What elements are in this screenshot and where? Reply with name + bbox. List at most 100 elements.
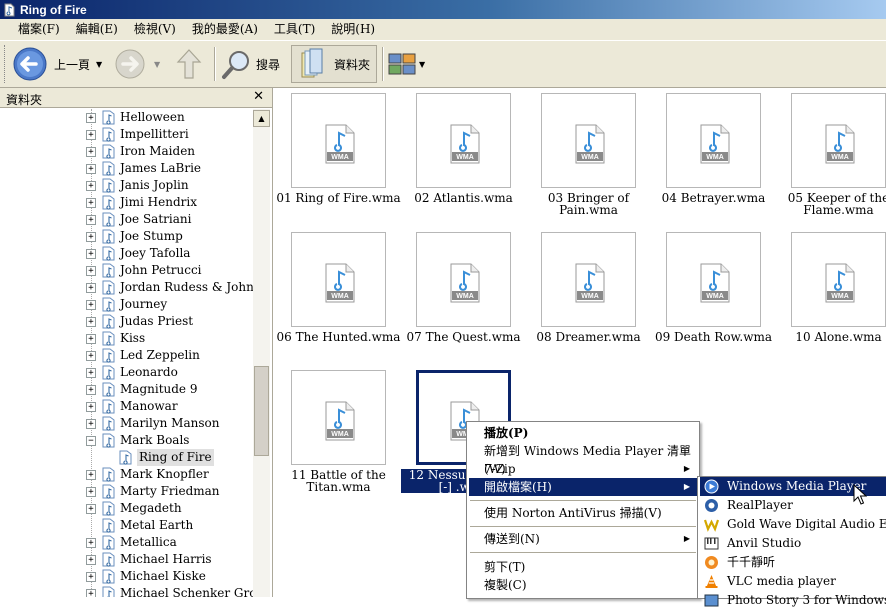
expand-icon[interactable]: + (86, 147, 96, 157)
expand-icon[interactable]: + (86, 113, 96, 123)
tree-item[interactable]: + Michael Harris (0, 551, 253, 568)
menu-tools[interactable]: 工具(T) (266, 19, 323, 40)
file-item[interactable]: WMA 02 Atlantis.wma (401, 88, 521, 223)
expand-icon[interactable]: + (86, 572, 96, 582)
back-button[interactable]: 上一頁 ▼ (12, 45, 108, 83)
file-thumbnail[interactable]: WMA (291, 93, 386, 188)
file-item[interactable]: WMA 04 Betrayer.wma (651, 88, 771, 223)
views-button[interactable]: ▼ (388, 45, 432, 83)
file-item[interactable]: WMA 09 Death Row.wma (651, 227, 772, 362)
tree-item[interactable]: + Michael Kiske (0, 568, 253, 585)
forward-dropdown-icon[interactable]: ▼ (154, 60, 160, 69)
tree-item[interactable]: + Janis Joplin (0, 177, 253, 194)
expand-icon[interactable]: + (86, 283, 96, 293)
tree-item[interactable]: + Marilyn Manson (0, 415, 253, 432)
expand-icon[interactable]: + (86, 419, 96, 429)
expand-icon[interactable]: + (86, 334, 96, 344)
tree-item[interactable]: + Joey Tafolla (0, 245, 253, 262)
ctx-cut[interactable]: 剪下(T) (469, 558, 697, 576)
expand-icon[interactable]: + (86, 385, 96, 395)
file-thumbnail[interactable]: WMA (541, 93, 636, 188)
file-item[interactable]: WMA 07 The Quest.wma (401, 227, 521, 362)
toolbar-grip[interactable] (4, 45, 8, 83)
views-dropdown-icon[interactable]: ▼ (419, 60, 425, 69)
file-item[interactable]: WMA 05 Keeper of the Flame.wma (776, 88, 886, 223)
open-with-anvil-studio[interactable]: Anvil Studio (700, 534, 886, 553)
tree-item[interactable]: + Iron Maiden (0, 143, 253, 160)
open-with-goldwave[interactable]: Gold Wave Digital Audio Editor (700, 515, 886, 534)
ctx-add-to-playlist[interactable]: 新增到 Windows Media Player 清單(W) (469, 442, 697, 476)
tree-item[interactable]: + Mark Knopfler (0, 466, 253, 483)
expand-icon[interactable]: + (86, 130, 96, 140)
tree-item[interactable]: + Michael Schenker Group (0, 585, 253, 597)
tree-item[interactable]: + Jimi Hendrix (0, 194, 253, 211)
file-thumbnail[interactable]: WMA (666, 232, 761, 327)
expand-icon[interactable]: + (86, 164, 96, 174)
expand-icon[interactable]: + (86, 589, 96, 597)
tree-item[interactable]: + Kiss (0, 330, 253, 347)
menu-edit[interactable]: 編輯(E) (68, 19, 126, 40)
tree-item[interactable]: + Metallica (0, 534, 253, 551)
tree-item[interactable]: + Journey (0, 296, 253, 313)
expand-icon[interactable]: + (86, 368, 96, 378)
tree-item[interactable]: + Joe Stump (0, 228, 253, 245)
close-icon[interactable]: ✕ (253, 89, 264, 104)
menu-file[interactable]: 檔案(F) (0, 19, 68, 40)
tree-item[interactable]: + Jordan Rudess & John Petrucci (0, 279, 253, 296)
tree-item[interactable]: − Mark Boals (0, 432, 253, 449)
tree-item[interactable]: + Impellitteri (0, 126, 253, 143)
expand-icon[interactable]: + (86, 249, 96, 259)
expand-icon[interactable]: + (86, 538, 96, 548)
expand-icon[interactable]: + (86, 181, 96, 191)
file-thumbnail[interactable]: WMA (541, 232, 636, 327)
tree-item[interactable]: + Manowar (0, 398, 253, 415)
tree-item[interactable]: + Helloween (0, 109, 253, 126)
menu-help[interactable]: 說明(H) (323, 19, 383, 40)
ctx-copy[interactable]: 複製(C) (469, 576, 697, 594)
tree-item[interactable]: + Magnitude 9 (0, 381, 253, 398)
file-thumbnail[interactable]: WMA (291, 232, 386, 327)
tree-item[interactable]: + Marty Friedman (0, 483, 253, 500)
tree-item[interactable]: + Megadeth (0, 500, 253, 517)
ctx-open-with[interactable]: 開啟檔案(H) ▶ (469, 478, 697, 496)
file-thumbnail[interactable]: WMA (791, 93, 886, 188)
back-dropdown-icon[interactable]: ▼ (96, 60, 102, 69)
file-item[interactable]: WMA 03 Bringer of Pain.wma (526, 88, 646, 223)
forward-button[interactable]: ▼ (114, 45, 166, 83)
up-folder-button[interactable] (174, 45, 210, 83)
collapse-icon[interactable]: − (86, 436, 96, 446)
tree-item[interactable]: + Judas Priest (0, 313, 253, 330)
tree-item[interactable]: Metal Earth (0, 517, 253, 534)
vertical-scrollbar[interactable]: ▲ (253, 109, 270, 597)
tree-item[interactable]: + James LaBrie (0, 160, 253, 177)
menu-favorites[interactable]: 我的最愛(A) (184, 19, 266, 40)
file-item[interactable]: WMA 01 Ring of Fire.wma (276, 88, 401, 223)
expand-icon[interactable]: + (86, 232, 96, 242)
expand-icon[interactable]: + (86, 470, 96, 480)
tree-item[interactable]: + John Petrucci (0, 262, 253, 279)
expand-icon[interactable]: + (86, 351, 96, 361)
tree-item[interactable]: + Led Zeppelin (0, 347, 253, 364)
tree-item[interactable]: + Leonardo (0, 364, 253, 381)
file-item[interactable]: WMA 06 The Hunted.wma (276, 227, 400, 362)
expand-icon[interactable]: + (86, 402, 96, 412)
tree-item[interactable]: + Joe Satriani (0, 211, 253, 228)
open-with-photo-story[interactable]: Photo Story 3 for Windows (700, 591, 886, 610)
search-button[interactable]: 搜尋 (220, 45, 286, 83)
scroll-up-icon[interactable]: ▲ (253, 110, 270, 127)
expand-icon[interactable]: + (86, 198, 96, 208)
expand-icon[interactable]: + (86, 266, 96, 276)
expand-icon[interactable]: + (86, 555, 96, 565)
menu-view[interactable]: 檢視(V) (126, 19, 184, 40)
open-with-ttplayer[interactable]: 千千靜听 (700, 553, 886, 572)
file-thumbnail[interactable]: WMA (416, 93, 511, 188)
file-thumbnail[interactable]: WMA (416, 232, 511, 327)
expand-icon[interactable]: + (86, 317, 96, 327)
expand-icon[interactable]: + (86, 300, 96, 310)
expand-icon[interactable]: + (86, 215, 96, 225)
tree-item[interactable]: Ring of Fire (0, 449, 253, 466)
file-item[interactable]: WMA 10 Alone.wma (776, 227, 886, 362)
ctx-play[interactable]: 播放(P) (469, 424, 697, 442)
scrollbar-thumb[interactable] (254, 366, 269, 456)
file-item[interactable]: WMA 08 Dreamer.wma (526, 227, 646, 362)
